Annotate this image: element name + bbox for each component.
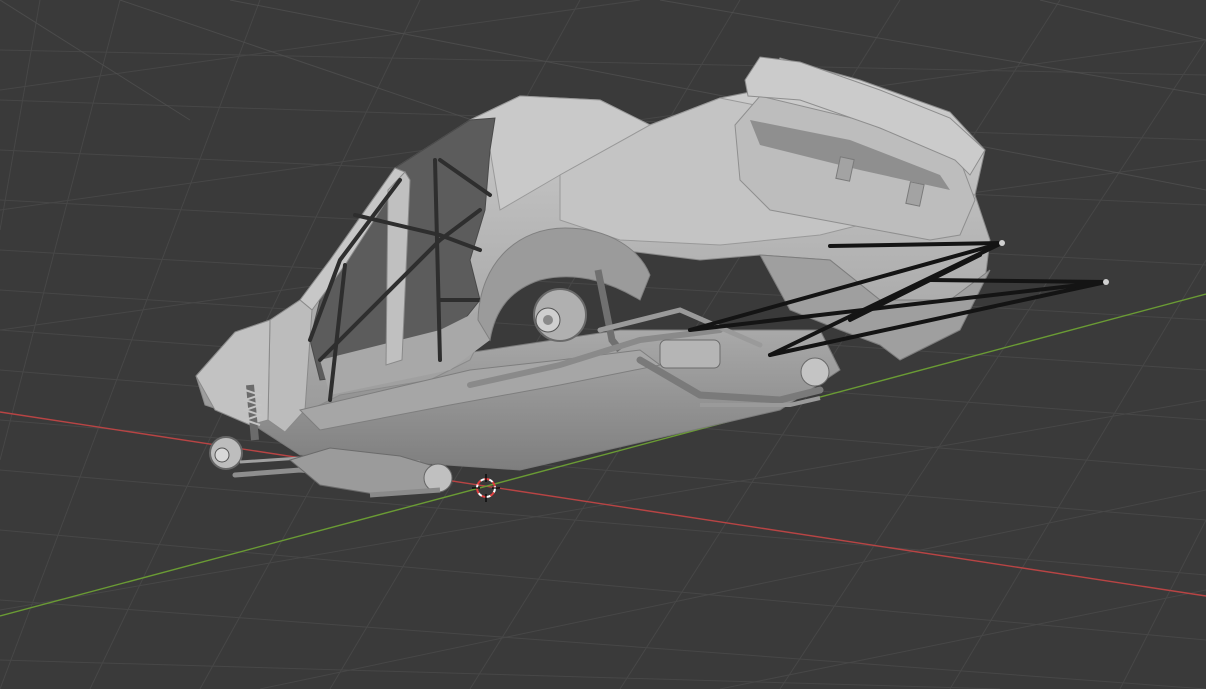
3d-cursor-icon[interactable] (472, 474, 500, 502)
rear-right-hub (800, 357, 830, 387)
brace-joint-upper (999, 240, 1005, 246)
rear-differential (659, 339, 721, 369)
3d-viewport[interactable] (0, 0, 1206, 689)
rear-hub-center (543, 315, 553, 325)
brace-joint-lower (1103, 279, 1109, 285)
car-body-model[interactable] (195, 56, 991, 471)
viewport-canvas[interactable] (0, 0, 1206, 689)
front-left-hub (214, 447, 230, 463)
front-nose (195, 319, 271, 426)
